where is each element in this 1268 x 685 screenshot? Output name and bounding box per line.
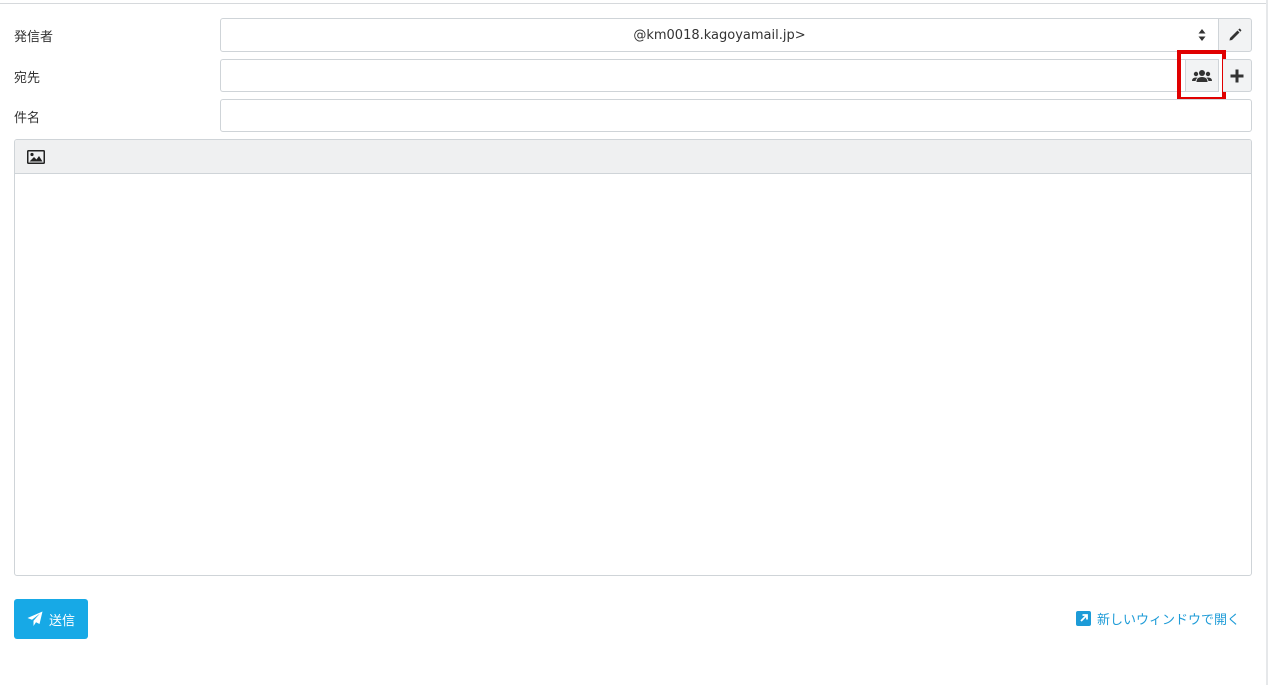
- open-new-window-label: 新しいウィンドウで開く: [1096, 612, 1240, 628]
- to-label: 宛先: [14, 71, 41, 86]
- send-button[interactable]: 送信: [14, 599, 88, 639]
- external-link-icon: [1075, 610, 1091, 626]
- users-icon: [1192, 69, 1212, 82]
- edit-sender-button[interactable]: [1218, 18, 1252, 52]
- address-book-button[interactable]: [1185, 59, 1219, 92]
- from-value: @km0018.kagoyamail.jp>: [633, 27, 806, 43]
- top-divider: [0, 3, 1266, 4]
- editor-toolbar: [15, 140, 1251, 174]
- subject-label: 件名: [14, 111, 41, 126]
- insert-image-button[interactable]: [27, 149, 45, 164]
- select-caret-icon: [1198, 29, 1206, 41]
- plus-icon: [1230, 69, 1244, 82]
- to-input[interactable]: [220, 59, 1185, 92]
- subject-input[interactable]: [220, 99, 1252, 132]
- add-recipient-button[interactable]: [1223, 59, 1252, 92]
- pencil-icon: [1229, 28, 1242, 41]
- open-new-window-link[interactable]: 新しいウィンドウで開く: [1075, 608, 1240, 628]
- from-select[interactable]: @km0018.kagoyamail.jp>: [220, 18, 1219, 52]
- message-body[interactable]: [15, 174, 1251, 575]
- image-icon: [27, 149, 45, 164]
- send-label: 送信: [48, 613, 75, 629]
- paper-plane-icon: [27, 611, 43, 627]
- from-label: 発信者: [14, 30, 54, 45]
- message-editor: [14, 139, 1252, 576]
